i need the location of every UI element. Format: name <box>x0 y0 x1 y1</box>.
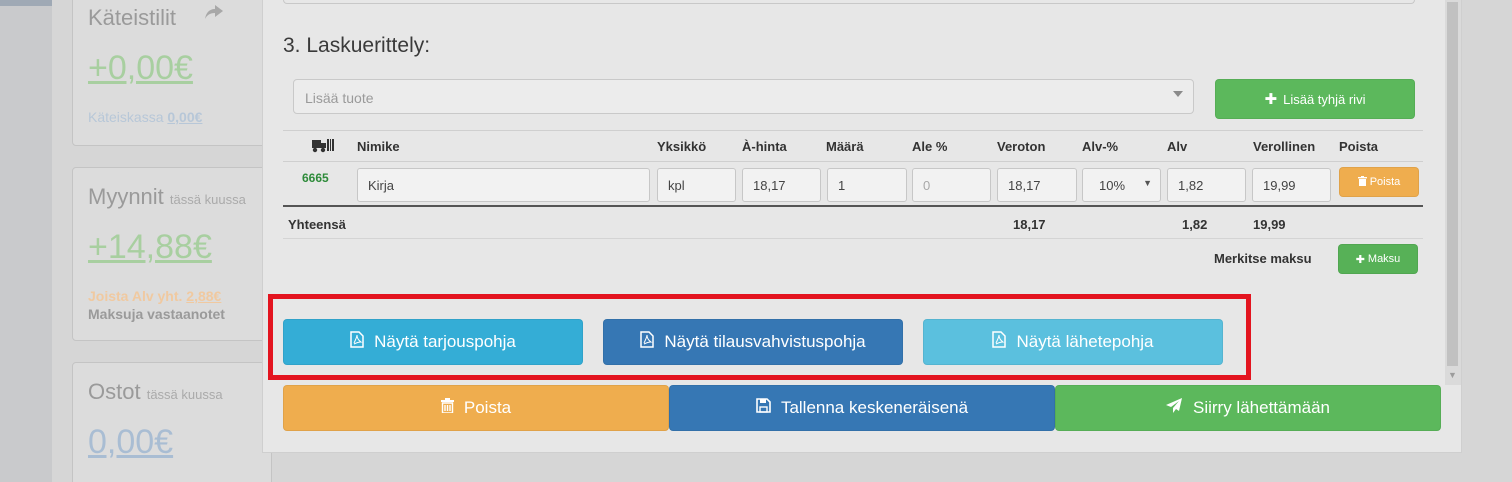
section-title: 3. Laskuerittely: <box>283 34 431 57</box>
sales-title: Myynnit <box>88 184 164 209</box>
purchases-title: Ostot <box>88 379 141 404</box>
vat-input[interactable]: 1,82 <box>1167 168 1246 202</box>
add-payment-button[interactable]: ✚ Maksu <box>1338 244 1418 274</box>
show-offer-template-button[interactable]: Näytä tarjouspohja <box>283 319 583 365</box>
barcode-icon <box>312 138 334 157</box>
totals-row: Yhteensä 18,17 1,82 19,99 <box>283 209 1423 239</box>
card-title: Käteistilit <box>88 5 177 30</box>
delete-row-button[interactable]: Poista <box>1339 167 1419 197</box>
add-empty-row-button[interactable]: ✚ Lisää tyhjä rivi <box>1215 79 1415 119</box>
show-order-confirmation-template-label: Näytä tilausvahvistuspohja <box>664 332 866 351</box>
header-name: Nimike <box>357 139 400 154</box>
delete-invoice-button[interactable]: Poista <box>283 385 669 431</box>
header-unit: Yksikkö <box>657 139 707 154</box>
product-select[interactable]: Lisää tuote <box>293 79 1194 114</box>
sales-total-value: +14,88€ <box>88 228 212 266</box>
vat-label: Joista Alv yht. <box>88 288 183 304</box>
gross-input[interactable]: 19,99 <box>1252 168 1331 202</box>
trash-icon <box>1357 175 1367 189</box>
pdf-icon <box>992 331 1007 353</box>
mark-payment-label: Merkitse maksu <box>1214 251 1312 266</box>
totals-vat: 1,82 <box>1182 217 1208 232</box>
payment-button-label: Maksu <box>1367 253 1401 265</box>
show-offer-template-label: Näytä tarjouspohja <box>374 332 516 351</box>
top-accent-line <box>0 0 52 6</box>
vat-pct-select[interactable]: 10% ▼ <box>1082 168 1161 202</box>
totals-label: Yhteensä <box>288 217 346 232</box>
table-row: 6665 Kirja kpl 18,17 1 0 18,17 10% ▼ 1,8… <box>283 162 1423 207</box>
net-input[interactable]: 18,17 <box>997 168 1077 202</box>
sales-card: Myynnit tässä kuussa +14,88€ Joista Alv … <box>72 167 272 341</box>
cash-total-value: +0,00€ <box>88 49 193 87</box>
delete-invoice-label: Poista <box>463 398 512 417</box>
cash-register-line: Käteiskassa 0,00€ <box>88 109 202 125</box>
header-vat-pct: Alv-% <box>1082 139 1119 154</box>
invoice-table-header: Nimike Yksikkö À-hinta Määrä Ale % Verot… <box>283 130 1423 162</box>
plus-icon: ✚ <box>1355 253 1365 266</box>
cash-register-label: Käteiskassa <box>88 109 164 125</box>
floppy-disk-icon <box>756 398 771 418</box>
card-title: Ostot tässä kuussa <box>88 379 223 405</box>
paper-plane-icon <box>1165 397 1183 419</box>
purchases-card: Ostot tässä kuussa 0,00€ <box>72 362 272 482</box>
header-unit-price: À-hinta <box>742 139 787 154</box>
trash-icon <box>440 398 454 418</box>
dropdown-arrow-icon: ▼ <box>1143 178 1152 188</box>
left-strip <box>0 0 52 482</box>
pdf-icon <box>350 331 364 353</box>
scrollbar-thumb[interactable] <box>1447 2 1458 366</box>
modal-scrollbar[interactable]: ▼ <box>1445 0 1461 385</box>
chevron-down-icon <box>1173 91 1183 97</box>
card-title: Myynnit tässä kuussa <box>88 184 246 210</box>
quantity-input[interactable]: 1 <box>827 168 907 202</box>
product-code[interactable]: 6665 <box>302 171 329 185</box>
vat-line: Joista Alv yht. 2,88€ <box>88 288 221 304</box>
show-delivery-note-template-label: Näytä lähetepohja <box>1016 332 1154 351</box>
save-draft-label: Tallenna keskeneräisenä <box>780 398 969 417</box>
cash-accounts-card: Käteistilit +0,00€ Käteiskassa 0,00€ <box>72 0 272 146</box>
share-icon <box>203 3 225 27</box>
show-delivery-note-template-button[interactable]: Näytä lähetepohja <box>923 319 1223 365</box>
previous-section-box <box>283 0 1415 4</box>
proceed-to-send-button[interactable]: Siirry lähettämään <box>1055 385 1441 431</box>
header-gross: Verollinen <box>1253 139 1316 154</box>
totals-gross: 19,99 <box>1253 217 1286 232</box>
totals-net: 18,17 <box>1013 217 1046 232</box>
cash-register-value[interactable]: 0,00€ <box>167 109 202 125</box>
unit-price-input[interactable]: 18,17 <box>742 168 821 202</box>
pdf-icon <box>640 331 655 353</box>
add-empty-row-label: Lisää tyhjä rivi <box>1283 91 1366 107</box>
delete-row-label: Poista <box>1369 176 1401 188</box>
header-discount: Ale % <box>912 139 948 154</box>
payments-received-line: Maksuja vastaanotet <box>88 306 225 322</box>
unit-input[interactable]: kpl <box>657 168 736 202</box>
purchases-total-value: 0,00€ <box>88 423 174 461</box>
header-vat: Alv <box>1167 139 1188 154</box>
vat-value: 2,88€ <box>186 288 222 304</box>
header-net: Veroton <box>997 139 1046 154</box>
scroll-down-arrow-icon[interactable]: ▼ <box>1448 370 1457 380</box>
purchases-subtitle: tässä kuussa <box>146 387 223 402</box>
name-input[interactable]: Kirja <box>357 168 650 202</box>
header-quantity: Määrä <box>826 139 864 154</box>
show-order-confirmation-template-button[interactable]: Näytä tilausvahvistuspohja <box>603 319 903 365</box>
product-select-placeholder: Lisää tuote <box>305 90 374 106</box>
proceed-to-send-label: Siirry lähettämään <box>1192 398 1330 417</box>
vat-pct-value: 10% <box>1099 178 1126 193</box>
invoice-modal: ▼ 3. Laskuerittely: Lisää tuote ✚ Lisää … <box>262 0 1462 453</box>
plus-icon: ✚ <box>1264 91 1278 108</box>
header-delete: Poista <box>1339 139 1379 154</box>
save-draft-button[interactable]: Tallenna keskeneräisenä <box>669 385 1055 431</box>
sales-subtitle: tässä kuussa <box>169 192 246 207</box>
discount-input[interactable]: 0 <box>912 168 991 202</box>
